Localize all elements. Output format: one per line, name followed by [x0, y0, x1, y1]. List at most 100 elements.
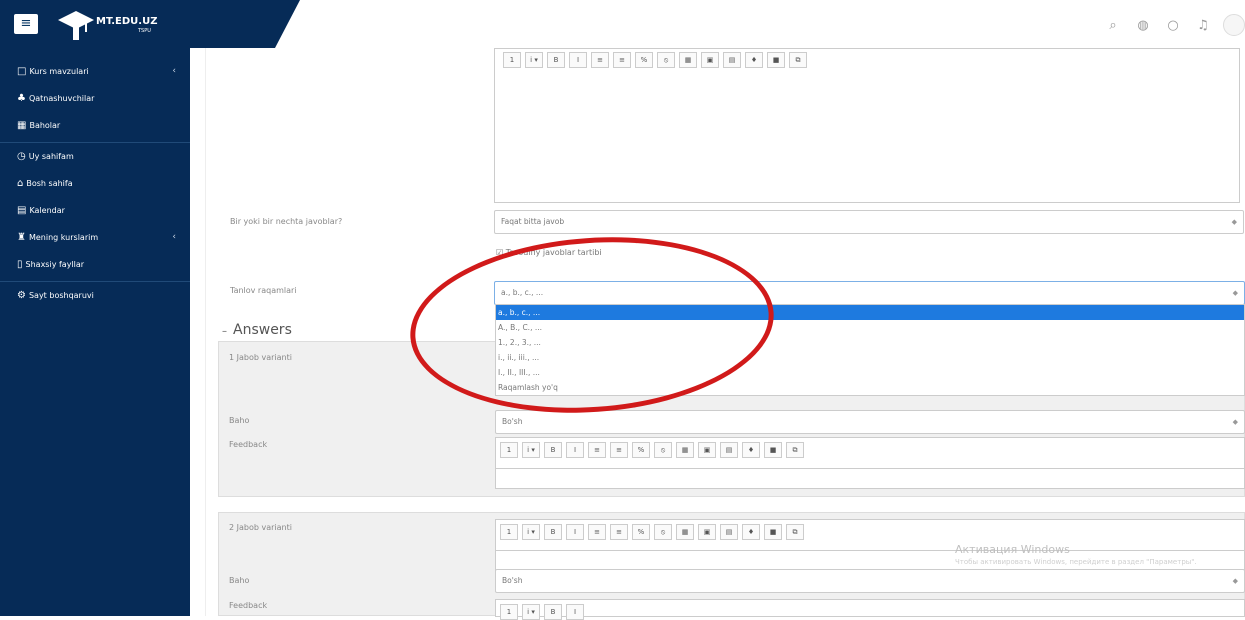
list-button[interactable]: ≡ — [591, 52, 609, 68]
sidebar-item-uy-sahifam[interactable]: ◷ Uy sahifam — [0, 143, 190, 170]
toolbar-btn[interactable]: i ▾ — [525, 52, 543, 68]
sidebar-item-kurs-mavzulari[interactable]: □ Kurs mavzulari ‹ — [0, 58, 190, 85]
sidebar-item-shaxsiy-fayllar[interactable]: ▯ Shaxsiy fayllar — [0, 251, 190, 278]
toolbar-btn[interactable]: i ▾ — [522, 524, 540, 540]
italic-button[interactable]: I — [566, 524, 584, 540]
collapse-icon: – — [222, 326, 227, 337]
image-button[interactable]: ▦ — [676, 442, 694, 458]
clock-icon: ◷ — [17, 150, 26, 162]
bold-button[interactable]: B — [547, 52, 565, 68]
italic-button[interactable]: I — [566, 604, 584, 620]
video-button[interactable]: ■ — [767, 52, 785, 68]
file-button[interactable]: ▤ — [723, 52, 741, 68]
sidebar-item-bosh-sahifa[interactable]: ⌂ Bosh sahifa — [0, 170, 190, 197]
single-answer-select[interactable]: Faqat bitta javob ◆ — [494, 210, 1244, 234]
bold-button[interactable]: B — [544, 604, 562, 620]
bell-icon[interactable]: ♫ — [1193, 15, 1213, 35]
sidebar-item-sayt-boshqaruvi[interactable]: ⚙ Sayt boshqaruvi — [0, 282, 190, 309]
gear-icon: ⚙ — [17, 289, 26, 301]
chat-icon[interactable]: ○ — [1163, 15, 1183, 35]
link-button[interactable]: % — [635, 52, 653, 68]
sidebar-item-kalendar[interactable]: ▤ Kalendar — [0, 197, 190, 224]
sidebar-item-label: Uy sahifam — [28, 152, 74, 161]
question-text-editor[interactable]: 1 i ▾ B I ≡ ≡ % ⦸ ▦ ▣ ▤ ♦ ■ ⧉ — [494, 48, 1240, 203]
media-button[interactable]: ▣ — [698, 442, 716, 458]
toolbar-btn[interactable]: i ▾ — [522, 604, 540, 620]
link-button[interactable]: % — [632, 524, 650, 540]
users-icon: ♣ — [17, 92, 26, 104]
toolbar-btn[interactable]: i ▾ — [522, 442, 540, 458]
grade-select[interactable]: Bo'sh ◆ — [495, 410, 1245, 434]
file-icon: ▯ — [17, 258, 23, 270]
grade-select[interactable]: Bo'sh ◆ — [495, 569, 1245, 593]
media-button[interactable]: ▣ — [701, 52, 719, 68]
image-button[interactable]: ▦ — [679, 52, 697, 68]
numbered-list-button[interactable]: ≡ — [613, 52, 631, 68]
feedback-editor[interactable]: 1 i ▾ B I ≡ ≡ % ⦸ ▦ ▣ ▤ ♦ ■ ⧉ — [495, 437, 1245, 489]
chevron-down-icon: ◆ — [1232, 418, 1238, 426]
answers-heading[interactable]: – Answers — [222, 322, 292, 338]
italic-button[interactable]: I — [569, 52, 587, 68]
mic-button[interactable]: ♦ — [742, 442, 760, 458]
avatar[interactable] — [1223, 14, 1245, 36]
globe-icon[interactable]: ◍ — [1133, 15, 1153, 35]
copy-button[interactable]: ⧉ — [789, 52, 807, 68]
unlink-button[interactable]: ⦸ — [654, 442, 672, 458]
file-button[interactable]: ▤ — [720, 524, 738, 540]
video-button[interactable]: ■ — [764, 524, 782, 540]
brand-title: MT.EDU.UZ — [96, 16, 158, 27]
mic-button[interactable]: ♦ — [745, 52, 763, 68]
editor-toolbar: 1 i ▾ B I — [496, 600, 1244, 620]
numbered-list-button[interactable]: ≡ — [610, 524, 628, 540]
feedback-editor-2[interactable]: 1 i ▾ B I — [495, 599, 1245, 620]
list-button[interactable]: ≡ — [588, 442, 606, 458]
select-value: Bo'sh — [502, 417, 523, 426]
navbar-shape — [0, 0, 300, 48]
editor-toolbar: 1 i ▾ B I ≡ ≡ % ⦸ ▦ ▣ ▤ ♦ ■ ⧉ — [496, 520, 1244, 540]
answer-1-label: 1 Jabob varianti — [229, 353, 292, 362]
numbering-label: Tanlov raqamlari — [230, 286, 297, 295]
logo-icon — [56, 6, 96, 42]
answer-2-label: 2 Jabob varianti — [229, 523, 292, 532]
toolbar-btn[interactable]: 1 — [500, 442, 518, 458]
select-value: Bo'sh — [502, 576, 523, 585]
media-button[interactable]: ▣ — [698, 524, 716, 540]
chevron-down-icon: ◆ — [1231, 218, 1237, 226]
chevron-left-icon: ‹ — [172, 232, 176, 242]
home-icon: ⌂ — [17, 177, 24, 189]
toolbar-btn[interactable]: 1 — [500, 604, 518, 620]
bold-button[interactable]: B — [544, 524, 562, 540]
feedback-label: Feedback — [229, 440, 268, 449]
content-rule — [205, 48, 206, 616]
copy-button[interactable]: ⧉ — [786, 524, 804, 540]
chevron-left-icon: ‹ — [172, 66, 176, 76]
image-button[interactable]: ▦ — [676, 524, 694, 540]
unlink-button[interactable]: ⦸ — [654, 524, 672, 540]
toolbar-btn[interactable]: 1 — [503, 52, 521, 68]
video-button[interactable]: ■ — [764, 442, 782, 458]
list-button[interactable]: ≡ — [588, 524, 606, 540]
brand-subtitle: TSPU — [138, 28, 151, 34]
bold-button[interactable]: B — [544, 442, 562, 458]
select-value: Faqat bitta javob — [501, 217, 565, 226]
feedback-text-area[interactable] — [496, 468, 1244, 488]
file-button[interactable]: ▤ — [720, 442, 738, 458]
unlink-button[interactable]: ⦸ — [657, 52, 675, 68]
sidebar-item-label: Sayt boshqaruvi — [28, 291, 94, 300]
sidebar-item-mening-kurslarim[interactable]: ♜ Mening kurslarim ‹ — [0, 224, 190, 251]
grade-label: Baho — [229, 576, 250, 585]
editor-toolbar: 1 i ▾ B I ≡ ≡ % ⦸ ▦ ▣ ▤ ♦ ■ ⧉ — [496, 438, 1244, 458]
graduation-icon: ♜ — [17, 231, 26, 243]
search-icon[interactable]: ⌕ — [1103, 15, 1123, 35]
sidebar-item-qatnashuvchilar[interactable]: ♣ Qatnashuvchilar — [0, 85, 190, 112]
header-icons: ⌕ ◍ ○ ♫ — [1103, 14, 1245, 36]
toolbar-btn[interactable]: 1 — [500, 524, 518, 540]
numbered-list-button[interactable]: ≡ — [610, 442, 628, 458]
italic-button[interactable]: I — [566, 442, 584, 458]
menu-toggle-button[interactable]: ≡ — [14, 14, 38, 34]
link-button[interactable]: % — [632, 442, 650, 458]
mic-button[interactable]: ♦ — [742, 524, 760, 540]
sidebar-item-baholar[interactable]: ▦ Baholar — [0, 112, 190, 139]
copy-button[interactable]: ⧉ — [786, 442, 804, 458]
sidebar-item-label: Kalendar — [29, 206, 65, 215]
